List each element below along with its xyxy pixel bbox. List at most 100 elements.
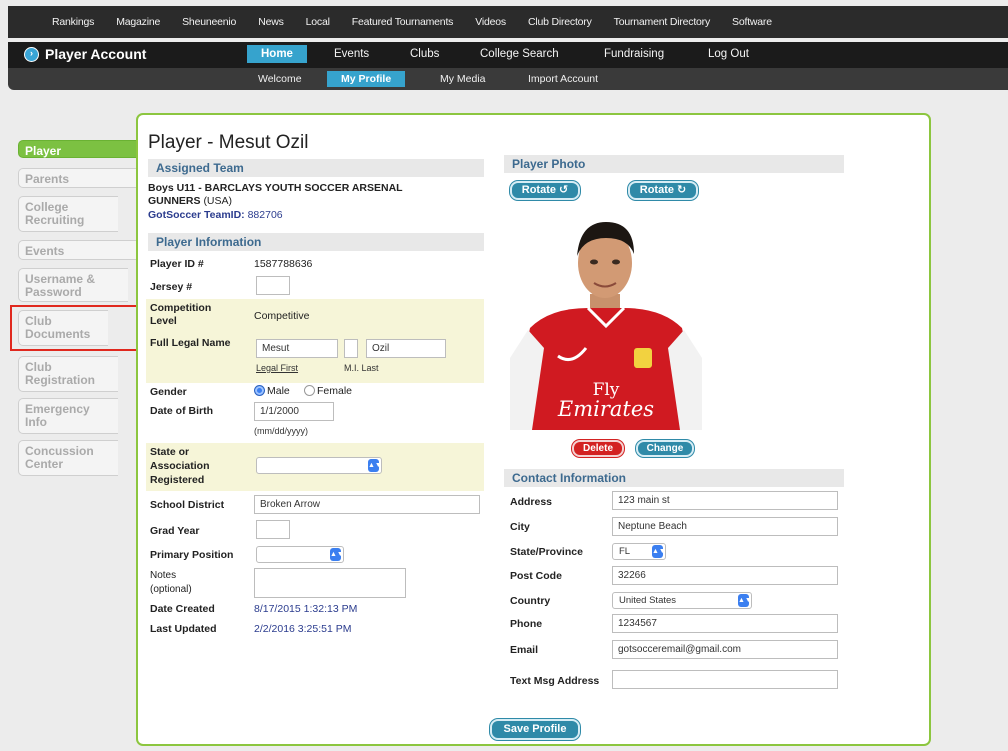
country-select[interactable]: United States ▲▼ bbox=[612, 592, 752, 609]
address-label: Address bbox=[510, 496, 553, 508]
notes-textarea[interactable] bbox=[254, 568, 406, 598]
mi-last-caption: M.I. Last bbox=[344, 363, 379, 373]
notes-label-1: Notes bbox=[150, 570, 177, 581]
state-association-select[interactable]: ▲▼ bbox=[256, 457, 382, 474]
email-label: Email bbox=[510, 644, 539, 656]
highlight-box bbox=[10, 305, 138, 351]
team-name-line2-wrap: GUNNERS (USA) bbox=[148, 195, 232, 207]
phone-input[interactable]: 1234567 bbox=[612, 614, 838, 633]
rotate-left-button[interactable]: Rotate ↺ bbox=[510, 181, 580, 200]
rotate-right-button[interactable]: Rotate ↻ bbox=[628, 181, 698, 200]
sidebar-item-emergency-info[interactable]: Emergency Info bbox=[18, 398, 118, 434]
tab-fundraising[interactable]: Fundraising bbox=[604, 48, 664, 60]
dob-input[interactable]: 1/1/2000 bbox=[254, 402, 334, 421]
grad-year-input[interactable] bbox=[256, 520, 290, 539]
state-label-1: State or bbox=[150, 446, 190, 458]
profile-panel: Player - Mesut Ozil Assigned Team Boys U… bbox=[136, 113, 931, 746]
sidebar-item-player[interactable]: Player bbox=[18, 140, 136, 158]
gender-radio-male[interactable]: Male bbox=[254, 385, 290, 397]
sidebar-item-college-recruiting[interactable]: College Recruiting bbox=[18, 196, 118, 232]
change-photo-button[interactable]: Change bbox=[636, 440, 694, 457]
state-province-value: FL bbox=[619, 546, 631, 557]
subtab-my-profile[interactable]: My Profile bbox=[327, 71, 406, 87]
tab-home[interactable]: Home bbox=[247, 45, 307, 63]
top-navigation: Rankings Magazine Sheuneenio News Local … bbox=[8, 6, 1008, 38]
tab-events[interactable]: Events bbox=[334, 48, 369, 60]
chevron-updown-icon: ▲▼ bbox=[368, 459, 382, 472]
tab-college-search[interactable]: College Search bbox=[480, 48, 559, 60]
state-province-select[interactable]: FL ▲▼ bbox=[612, 543, 666, 560]
tab-clubs[interactable]: Clubs bbox=[410, 48, 439, 60]
last-name-input[interactable]: Ozil bbox=[366, 339, 446, 358]
player-id-value: 1587788636 bbox=[254, 258, 313, 270]
team-name-line2[interactable]: GUNNERS bbox=[148, 195, 201, 207]
date-created-label: Date Created bbox=[150, 603, 215, 615]
state-province-label: State/Province bbox=[510, 546, 583, 558]
chevron-updown-icon: ▲▼ bbox=[738, 594, 752, 607]
legal-name-label: Full Legal Name bbox=[150, 337, 231, 349]
country-label: Country bbox=[510, 595, 551, 607]
subtab-welcome[interactable]: Welcome bbox=[258, 73, 302, 85]
text-msg-input[interactable] bbox=[612, 670, 838, 689]
grad-year-label: Grad Year bbox=[150, 525, 200, 537]
topnav-sheuneenio[interactable]: Sheuneenio bbox=[182, 16, 236, 28]
sidebar-item-club-registration[interactable]: Club Registration bbox=[18, 356, 118, 392]
city-input[interactable]: Neptune Beach bbox=[612, 517, 838, 536]
city-label: City bbox=[510, 521, 530, 533]
sidebar-item-events[interactable]: Events bbox=[18, 240, 136, 260]
middle-initial-input[interactable] bbox=[344, 339, 358, 358]
subtab-my-media[interactable]: My Media bbox=[440, 73, 486, 85]
email-input[interactable]: gotsocceremail@gmail.com bbox=[612, 640, 838, 659]
last-updated-label: Last Updated bbox=[150, 623, 217, 635]
topnav-tournament-directory[interactable]: Tournament Directory bbox=[614, 16, 711, 28]
contact-info-header: Contact Information bbox=[504, 469, 844, 487]
radio-unselected-icon[interactable] bbox=[304, 385, 315, 396]
gender-label: Gender bbox=[150, 386, 187, 398]
topnav-software[interactable]: Software bbox=[732, 16, 772, 28]
radio-selected-icon[interactable] bbox=[254, 385, 265, 396]
address-input[interactable]: 123 main st bbox=[612, 491, 838, 510]
topnav-rankings[interactable]: Rankings bbox=[52, 16, 94, 28]
team-country: (USA) bbox=[203, 195, 233, 207]
subtab-import-account[interactable]: Import Account bbox=[528, 73, 598, 85]
post-code-input[interactable]: 32266 bbox=[612, 566, 838, 585]
competition-value: Competitive bbox=[254, 310, 310, 322]
chevron-updown-icon: ▲▼ bbox=[330, 548, 344, 561]
last-updated-value: 2/2/2016 3:25:51 PM bbox=[254, 623, 352, 635]
country-value: United States bbox=[619, 595, 677, 606]
first-name-caption: Legal First bbox=[256, 363, 299, 373]
sub-navigation: Welcome My Profile My Media Import Accou… bbox=[8, 68, 1008, 90]
position-label: Primary Position bbox=[150, 549, 234, 561]
topnav-magazine[interactable]: Magazine bbox=[116, 16, 160, 28]
sidebar-item-parents[interactable]: Parents bbox=[18, 168, 136, 188]
topnav-videos[interactable]: Videos bbox=[475, 16, 506, 28]
sidebar-item-username-password[interactable]: Username & Password bbox=[18, 268, 128, 302]
topnav-club-directory[interactable]: Club Directory bbox=[528, 16, 592, 28]
save-profile-button[interactable]: Save Profile bbox=[490, 719, 580, 740]
state-label-3: Registered bbox=[150, 474, 205, 486]
first-name-input[interactable]: Mesut bbox=[256, 339, 338, 358]
topnav-news[interactable]: News bbox=[258, 16, 284, 28]
gender-male-label: Male bbox=[267, 385, 290, 397]
school-input[interactable]: Broken Arrow bbox=[254, 495, 480, 514]
delete-photo-button[interactable]: Delete bbox=[572, 440, 624, 457]
gender-female-label: Female bbox=[317, 385, 353, 397]
position-select[interactable]: ▲▼ bbox=[256, 546, 344, 563]
sidebar-item-concussion-center[interactable]: Concussion Center bbox=[18, 440, 118, 476]
tab-log-out[interactable]: Log Out bbox=[708, 48, 749, 60]
jersey-input[interactable] bbox=[256, 276, 290, 295]
account-bar: › Player Account Home Events Clubs Colle… bbox=[8, 42, 1008, 68]
team-name-line1[interactable]: Boys U11 - BARCLAYS YOUTH SOCCER ARSENAL bbox=[148, 182, 403, 194]
notes-label-2: (optional) bbox=[150, 584, 192, 595]
topnav-featured-tournaments[interactable]: Featured Tournaments bbox=[352, 16, 454, 28]
shirt-sponsor-2: Emirates bbox=[557, 397, 654, 421]
post-code-label: Post Code bbox=[510, 570, 562, 582]
topnav-local[interactable]: Local bbox=[306, 16, 330, 28]
jersey-label: Jersey # bbox=[150, 281, 193, 293]
gender-radio-female[interactable]: Female bbox=[304, 385, 352, 397]
team-id-value: 882706 bbox=[247, 209, 283, 221]
school-label: School District bbox=[150, 499, 225, 511]
phone-label: Phone bbox=[510, 618, 543, 630]
dob-label: Date of Birth bbox=[150, 405, 213, 417]
account-title-text: Player Account bbox=[45, 46, 147, 62]
